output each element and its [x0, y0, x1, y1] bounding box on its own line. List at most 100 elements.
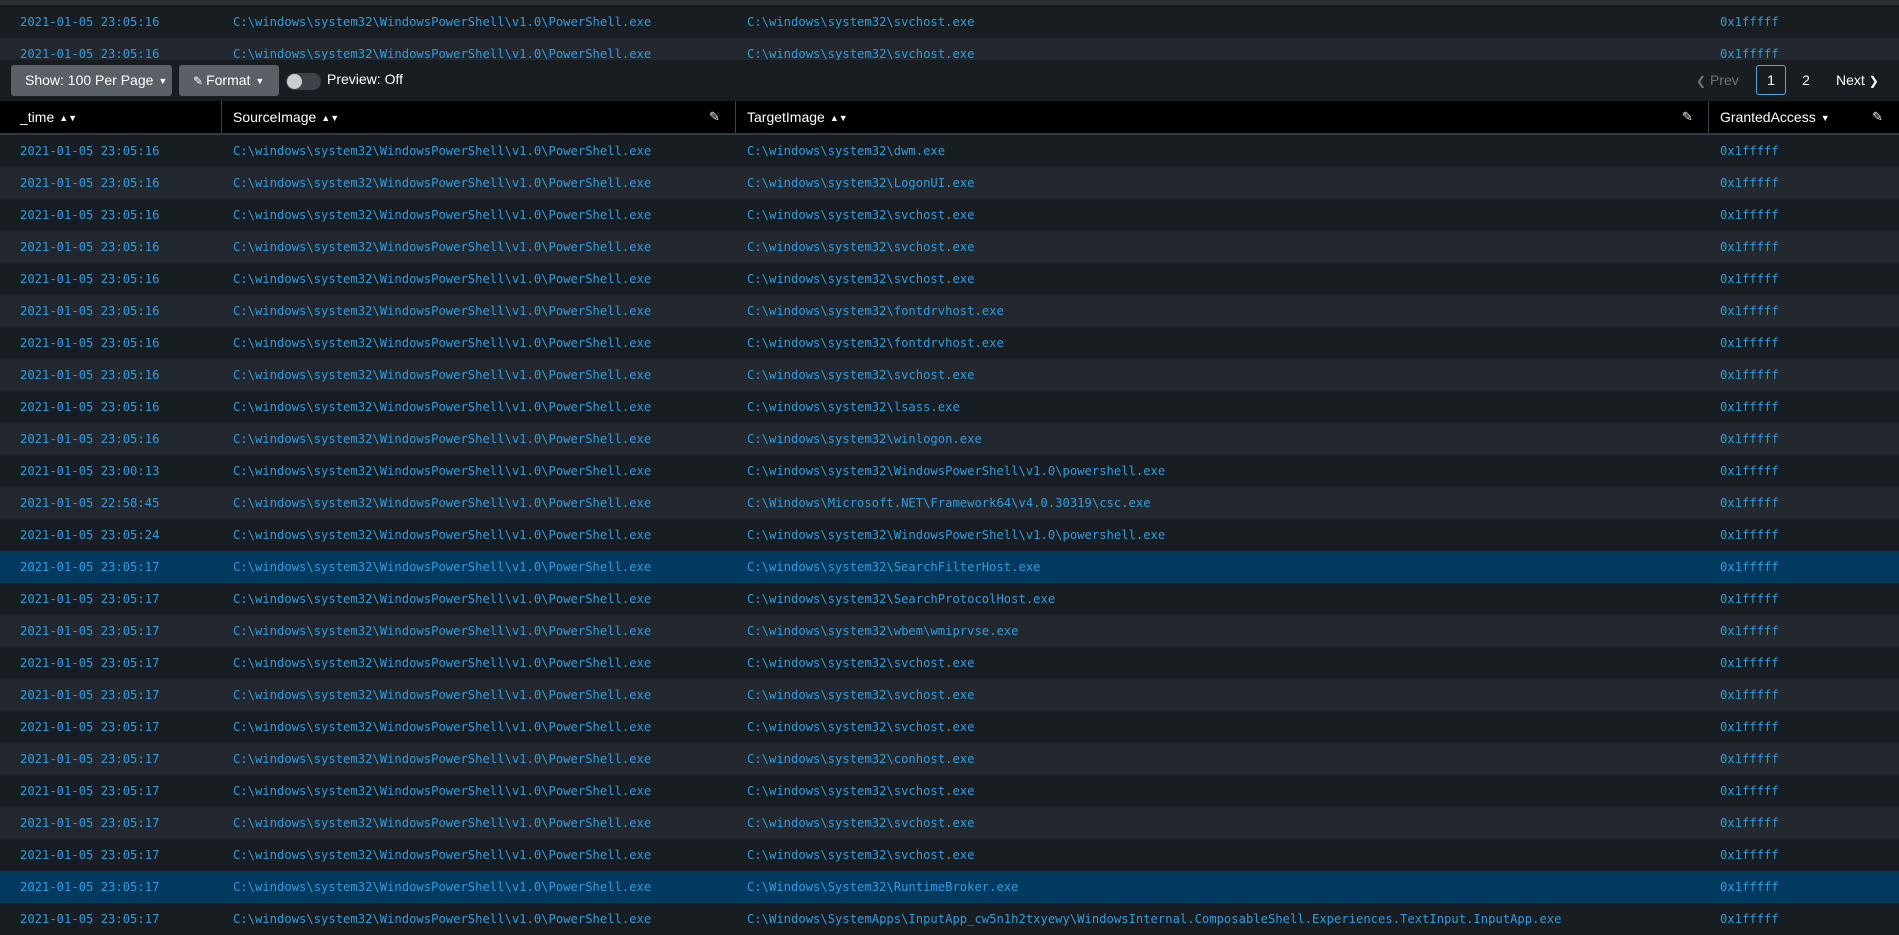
- cell-grantedaccess[interactable]: 0x1fffff: [1720, 487, 1779, 519]
- table-row[interactable]: 2021-01-05 23:05:17 C:\windows\system32\W…: [0, 807, 1899, 839]
- cell-time[interactable]: 2021-01-05 23:05:17: [20, 743, 159, 775]
- cell-targetimage[interactable]: C:\Windows\System32\RuntimeBroker.exe: [747, 871, 1019, 903]
- table-row[interactable]: 2021-01-05 23:05:16 C:\windows\system32\W…: [0, 38, 1899, 60]
- cell-grantedaccess[interactable]: 0x1fffff: [1720, 711, 1779, 743]
- cell-sourceimage[interactable]: C:\windows\system32\WindowsPowerShell\v1…: [233, 359, 651, 391]
- cell-time[interactable]: 2021-01-05 23:05:16: [20, 6, 159, 38]
- sort-icon[interactable]: ▲▼: [59, 113, 77, 123]
- cell-sourceimage[interactable]: C:\windows\system32\WindowsPowerShell\v1…: [233, 199, 651, 231]
- cell-sourceimage[interactable]: C:\windows\system32\WindowsPowerShell\v1…: [233, 519, 651, 551]
- cell-targetimage[interactable]: C:\windows\system32\svchost.exe: [747, 711, 974, 743]
- cell-sourceimage[interactable]: C:\windows\system32\WindowsPowerShell\v1…: [233, 487, 651, 519]
- cell-grantedaccess[interactable]: 0x1fffff: [1720, 679, 1779, 711]
- cell-sourceimage[interactable]: C:\windows\system32\WindowsPowerShell\v1…: [233, 903, 651, 935]
- cell-grantedaccess[interactable]: 0x1fffff: [1720, 135, 1779, 167]
- cell-targetimage[interactable]: C:\Windows\SystemApps\InputApp_cw5n1h2tx…: [747, 903, 1561, 935]
- cell-grantedaccess[interactable]: 0x1fffff: [1720, 199, 1779, 231]
- cell-time[interactable]: 2021-01-05 23:05:17: [20, 903, 159, 935]
- table-row[interactable]: 2021-01-05 23:05:16 C:\windows\system32\W…: [0, 295, 1899, 327]
- cell-targetimage[interactable]: C:\windows\system32\lsass.exe: [747, 391, 960, 423]
- pagination-prev[interactable]: ❮ Prev: [1696, 65, 1739, 95]
- cell-sourceimage[interactable]: C:\windows\system32\WindowsPowerShell\v1…: [233, 711, 651, 743]
- cell-targetimage[interactable]: C:\Windows\Microsoft.NET\Framework64\v4.…: [747, 487, 1151, 519]
- cell-grantedaccess[interactable]: 0x1fffff: [1720, 775, 1779, 807]
- cell-sourceimage[interactable]: C:\windows\system32\WindowsPowerShell\v1…: [233, 231, 651, 263]
- cell-targetimage[interactable]: C:\windows\system32\svchost.exe: [747, 679, 974, 711]
- cell-time[interactable]: 2021-01-05 23:05:17: [20, 551, 159, 583]
- cell-sourceimage[interactable]: C:\windows\system32\WindowsPowerShell\v1…: [233, 423, 651, 455]
- cell-sourceimage[interactable]: C:\windows\system32\WindowsPowerShell\v1…: [233, 327, 651, 359]
- cell-time[interactable]: 2021-01-05 23:05:16: [20, 295, 159, 327]
- cell-time[interactable]: 2021-01-05 23:05:17: [20, 871, 159, 903]
- cell-sourceimage[interactable]: C:\windows\system32\WindowsPowerShell\v1…: [233, 775, 651, 807]
- pencil-icon[interactable]: ✎: [1682, 101, 1693, 133]
- cell-grantedaccess[interactable]: 0x1fffff: [1720, 231, 1779, 263]
- cell-grantedaccess[interactable]: 0x1fffff: [1720, 263, 1779, 295]
- cell-sourceimage[interactable]: C:\windows\system32\WindowsPowerShell\v1…: [233, 135, 651, 167]
- cell-grantedaccess[interactable]: 0x1fffff: [1720, 167, 1779, 199]
- cell-time[interactable]: 2021-01-05 23:05:16: [20, 231, 159, 263]
- pencil-icon[interactable]: ✎: [1872, 101, 1883, 133]
- cell-time[interactable]: 2021-01-05 22:58:45: [20, 487, 159, 519]
- cell-time[interactable]: 2021-01-05 23:05:17: [20, 679, 159, 711]
- table-row[interactable]: 2021-01-05 23:05:17 C:\windows\system32\W…: [0, 711, 1899, 743]
- cell-sourceimage[interactable]: C:\windows\system32\WindowsPowerShell\v1…: [233, 391, 651, 423]
- cell-sourceimage[interactable]: C:\windows\system32\WindowsPowerShell\v1…: [233, 807, 651, 839]
- table-row[interactable]: 2021-01-05 23:05:17 C:\windows\system32\W…: [0, 839, 1899, 871]
- cell-time[interactable]: 2021-01-05 23:05:16: [20, 391, 159, 423]
- cell-sourceimage[interactable]: C:\windows\system32\WindowsPowerShell\v1…: [233, 839, 651, 871]
- cell-time[interactable]: 2021-01-05 23:05:16: [20, 423, 159, 455]
- table-row[interactable]: 2021-01-05 23:05:17 C:\windows\system32\W…: [0, 871, 1899, 903]
- table-row[interactable]: 2021-01-05 23:05:17 C:\windows\system32\W…: [0, 551, 1899, 583]
- table-row[interactable]: 2021-01-05 23:05:16 C:\windows\system32\W…: [0, 167, 1899, 199]
- cell-grantedaccess[interactable]: 0x1fffff: [1720, 839, 1779, 871]
- cell-sourceimage[interactable]: C:\windows\system32\WindowsPowerShell\v1…: [233, 6, 651, 38]
- cell-grantedaccess[interactable]: 0x1fffff: [1720, 871, 1779, 903]
- table-row[interactable]: 2021-01-05 23:05:16 C:\windows\system32\W…: [0, 359, 1899, 391]
- cell-sourceimage[interactable]: C:\windows\system32\WindowsPowerShell\v1…: [233, 551, 651, 583]
- cell-time[interactable]: 2021-01-05 23:05:16: [20, 199, 159, 231]
- table-row[interactable]: 2021-01-05 23:05:16 C:\windows\system32\W…: [0, 423, 1899, 455]
- cell-sourceimage[interactable]: C:\windows\system32\WindowsPowerShell\v1…: [233, 615, 651, 647]
- cell-targetimage[interactable]: C:\windows\system32\svchost.exe: [747, 38, 974, 60]
- cell-targetimage[interactable]: C:\windows\system32\svchost.exe: [747, 807, 974, 839]
- cell-time[interactable]: 2021-01-05 23:05:17: [20, 775, 159, 807]
- cell-sourceimage[interactable]: C:\windows\system32\WindowsPowerShell\v1…: [233, 295, 651, 327]
- table-row[interactable]: 2021-01-05 23:00:13 C:\windows\system32\W…: [0, 455, 1899, 487]
- cell-grantedaccess[interactable]: 0x1fffff: [1720, 295, 1779, 327]
- table-row[interactable]: 2021-01-05 23:05:16 C:\windows\system32\W…: [0, 327, 1899, 359]
- cell-targetimage[interactable]: C:\windows\system32\WindowsPowerShell\v1…: [747, 455, 1165, 487]
- cell-time[interactable]: 2021-01-05 23:05:16: [20, 359, 159, 391]
- cell-grantedaccess[interactable]: 0x1fffff: [1720, 743, 1779, 775]
- column-header-time[interactable]: _time ▲▼: [20, 101, 77, 134]
- cell-sourceimage[interactable]: C:\windows\system32\WindowsPowerShell\v1…: [233, 455, 651, 487]
- cell-sourceimage[interactable]: C:\windows\system32\WindowsPowerShell\v1…: [233, 743, 651, 775]
- table-row[interactable]: 2021-01-05 23:05:17 C:\windows\system32\W…: [0, 903, 1899, 935]
- cell-time[interactable]: 2021-01-05 23:05:17: [20, 615, 159, 647]
- column-header-targetimage[interactable]: TargetImage ▲▼: [747, 101, 848, 134]
- table-row[interactable]: 2021-01-05 22:58:45 C:\windows\system32\W…: [0, 487, 1899, 519]
- cell-sourceimage[interactable]: C:\windows\system32\WindowsPowerShell\v1…: [233, 871, 651, 903]
- pencil-icon[interactable]: ✎: [709, 101, 720, 133]
- cell-grantedaccess[interactable]: 0x1fffff: [1720, 615, 1779, 647]
- cell-targetimage[interactable]: C:\windows\system32\conhost.exe: [747, 743, 974, 775]
- cell-time[interactable]: 2021-01-05 23:05:17: [20, 839, 159, 871]
- cell-grantedaccess[interactable]: 0x1fffff: [1720, 391, 1779, 423]
- cell-grantedaccess[interactable]: 0x1fffff: [1720, 647, 1779, 679]
- cell-time[interactable]: 2021-01-05 23:05:17: [20, 711, 159, 743]
- cell-sourceimage[interactable]: C:\windows\system32\WindowsPowerShell\v1…: [233, 647, 651, 679]
- cell-targetimage[interactable]: C:\windows\system32\svchost.exe: [747, 775, 974, 807]
- column-header-grantedaccess[interactable]: GrantedAccess ▼: [1720, 101, 1830, 134]
- cell-grantedaccess[interactable]: 0x1fffff: [1720, 551, 1779, 583]
- cell-time[interactable]: 2021-01-05 23:05:16: [20, 167, 159, 199]
- cell-targetimage[interactable]: C:\windows\system32\SearchFilterHost.exe: [747, 551, 1041, 583]
- table-row[interactable]: 2021-01-05 23:05:16 C:\windows\system32\W…: [0, 263, 1899, 295]
- cell-targetimage[interactable]: C:\windows\system32\SearchProtocolHost.e…: [747, 583, 1055, 615]
- table-row[interactable]: 2021-01-05 23:05:17 C:\windows\system32\W…: [0, 647, 1899, 679]
- cell-time[interactable]: 2021-01-05 23:05:17: [20, 647, 159, 679]
- cell-time[interactable]: 2021-01-05 23:05:17: [20, 583, 159, 615]
- pagination-page-1[interactable]: 1: [1756, 65, 1786, 95]
- table-row[interactable]: 2021-01-05 23:05:24 C:\windows\system32\W…: [0, 519, 1899, 551]
- table-row[interactable]: 2021-01-05 23:05:16 C:\windows\system32\W…: [0, 6, 1899, 38]
- pagination-page-2[interactable]: 2: [1796, 65, 1816, 95]
